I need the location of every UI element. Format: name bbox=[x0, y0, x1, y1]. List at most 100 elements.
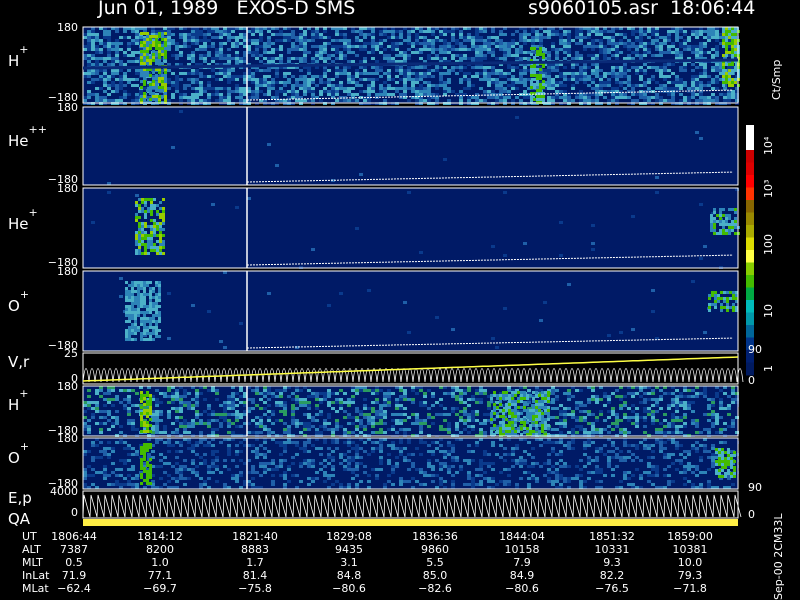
panel-label-o2: O+ bbox=[8, 440, 29, 467]
colorbar-swatch-12 bbox=[746, 275, 754, 288]
ephemeris-row-mlt: MLT 0.5 1.0 1.7 3.1 5.5 7.9 9.3 10.0 bbox=[0, 556, 760, 570]
ephemeris-value: −71.8 bbox=[673, 582, 707, 595]
ephemeris-value: 1821:40 bbox=[232, 530, 278, 543]
panel-label-sup: ++ bbox=[28, 123, 47, 136]
ephemeris-label: UT bbox=[22, 530, 37, 543]
panel-label-text: V,r bbox=[8, 353, 30, 371]
panel-label-text: He bbox=[8, 132, 29, 150]
ephemeris-value: −75.8 bbox=[238, 582, 272, 595]
colorbar-tick-3: 10 bbox=[762, 304, 775, 318]
panel-tick-he1-0: 180 bbox=[57, 182, 78, 195]
colorbar-swatch-5 bbox=[746, 187, 754, 201]
panel-label-text: QA bbox=[8, 510, 31, 528]
panel-bg-o1 bbox=[83, 271, 738, 351]
colorbar-swatch-1 bbox=[746, 137, 754, 151]
panel-label-text: H bbox=[8, 396, 20, 414]
ephemeris-value: 10.0 bbox=[677, 556, 703, 569]
ephemeris-value: −82.6 bbox=[418, 582, 452, 595]
colorbar-tick-1: 10³ bbox=[762, 179, 775, 198]
panel-bg-he2 bbox=[83, 107, 738, 185]
panel-tick-h2-0: 180 bbox=[57, 380, 78, 393]
ephemeris-value: 7387 bbox=[60, 543, 88, 556]
colorbar-swatch-7 bbox=[746, 212, 754, 226]
panel-tick-he2-0: 180 bbox=[57, 101, 78, 114]
panel-label-sup: + bbox=[19, 288, 30, 301]
ephemeris-value: 10158 bbox=[504, 543, 540, 556]
panel-label-text: O bbox=[8, 297, 20, 315]
ephemeris-value: 1844:04 bbox=[499, 530, 545, 543]
ephemeris-value: 1836:36 bbox=[412, 530, 458, 543]
ephemeris-value: 8883 bbox=[241, 543, 269, 556]
ephemeris-value: 79.3 bbox=[677, 569, 703, 582]
ephemeris-value: 1814:12 bbox=[137, 530, 183, 543]
ephemeris-value: 1851:32 bbox=[589, 530, 635, 543]
panel-tick-o1-0: 180 bbox=[57, 265, 78, 278]
colorbar-swatch-2 bbox=[746, 150, 754, 163]
panel-label-text: He bbox=[8, 215, 29, 233]
ephemeris-value: 1806:44 bbox=[51, 530, 97, 543]
ephemeris-value: 82.2 bbox=[599, 569, 625, 582]
ephemeris-value: −80.6 bbox=[505, 582, 539, 595]
panel-label-he2: He++ bbox=[8, 123, 47, 150]
colorbar-tick-4: 1 bbox=[762, 365, 775, 372]
colorbar-swatch-6 bbox=[746, 200, 754, 213]
panel-tick-ep-1: 0 bbox=[71, 506, 78, 519]
colorbar-swatch-9 bbox=[746, 237, 754, 251]
ephemeris-row-mlat: MLat −62.4 −69.7 −75.8 −80.6 −82.6 −80.6 −76.5−… bbox=[0, 582, 760, 596]
panel-label-h1: H+ bbox=[8, 43, 29, 70]
panel-tick-h1-0: 180 bbox=[57, 21, 78, 34]
ephemeris-value: −62.4 bbox=[57, 582, 91, 595]
ephemeris-value: 5.5 bbox=[426, 556, 444, 569]
ephemeris-value: 10331 bbox=[594, 543, 630, 556]
panel-tick-ep-0: 4000 bbox=[50, 485, 78, 498]
panel-rtick-ep-1: 0 bbox=[748, 508, 755, 521]
panel-label-sup: + bbox=[19, 440, 30, 453]
panel-label-he1: He+ bbox=[8, 206, 38, 233]
panel-label-sup: + bbox=[19, 387, 29, 400]
panel-label-vr: V,r bbox=[8, 353, 29, 371]
ephemeris-value: 3.1 bbox=[340, 556, 358, 569]
panel-label-ep: E,p bbox=[8, 489, 32, 507]
ephemeris-row-inlat: InLat 71.9 77.1 81.4 84.8 85.0 84.9 82.2 79.3 bbox=[0, 569, 760, 583]
ephemeris-value: −80.6 bbox=[332, 582, 366, 595]
hotspot-h2-1 bbox=[490, 391, 550, 436]
ephemeris-value: 71.9 bbox=[61, 569, 87, 582]
ephemeris-value: 1.0 bbox=[151, 556, 169, 569]
colorbar-swatch-14 bbox=[746, 300, 754, 313]
panel-label-sup: + bbox=[28, 206, 38, 219]
panel-rtick-ep-0: 90 bbox=[748, 481, 762, 494]
ephemeris-value: −76.5 bbox=[595, 582, 629, 595]
panel-label-h2: H+ bbox=[8, 387, 29, 414]
ephemeris-label: ALT bbox=[22, 543, 41, 556]
ephemeris-row-ut: UT 1806:44 1814:12 1821:40 1829:08 1836:36 184… bbox=[0, 530, 760, 544]
colorbar-units: Ct/Smp bbox=[770, 59, 783, 100]
panel-tick-vr-0: 25 bbox=[64, 347, 78, 360]
ephemeris-value: 77.1 bbox=[147, 569, 173, 582]
ephemeris-value: 0.5 bbox=[65, 556, 83, 569]
panel-label-text: O bbox=[8, 449, 20, 467]
panel-label-text: H bbox=[8, 52, 20, 70]
ephemeris-value: 10381 bbox=[672, 543, 708, 556]
ephemeris-value: 1829:08 bbox=[326, 530, 372, 543]
hotspot-h1-1 bbox=[530, 47, 545, 104]
panel-rtick-vr-0: 90 bbox=[748, 343, 762, 356]
colorbar-swatch-8 bbox=[746, 225, 754, 238]
ephemeris-value: 84.9 bbox=[509, 569, 535, 582]
colorbar-swatch-10 bbox=[746, 250, 754, 263]
panel-rtick-vr-1: 0 bbox=[748, 374, 755, 387]
ephemeris-label: MLT bbox=[22, 556, 43, 569]
panel-bg-he1 bbox=[83, 188, 738, 268]
qa-bar bbox=[83, 519, 738, 526]
colorbar-swatch-4 bbox=[746, 175, 754, 188]
panel-label-qa: QA bbox=[8, 510, 30, 528]
ephemeris-value: 8200 bbox=[146, 543, 174, 556]
ephemeris-value: 1.7 bbox=[246, 556, 264, 569]
ephemeris-row-alt: ALT 7387 8200 8883 9435 9860 10158 10331 10381 bbox=[0, 543, 760, 557]
ephemeris-value: 84.8 bbox=[336, 569, 362, 582]
colorbar-tick-0: 10⁴ bbox=[762, 136, 775, 155]
colorbar-swatch-0 bbox=[746, 125, 754, 138]
ephemeris-value: 7.9 bbox=[513, 556, 531, 569]
colorbar-swatch-11 bbox=[746, 262, 754, 276]
hotspot-h2-0 bbox=[140, 391, 152, 433]
panel-label-sup: + bbox=[19, 43, 29, 56]
